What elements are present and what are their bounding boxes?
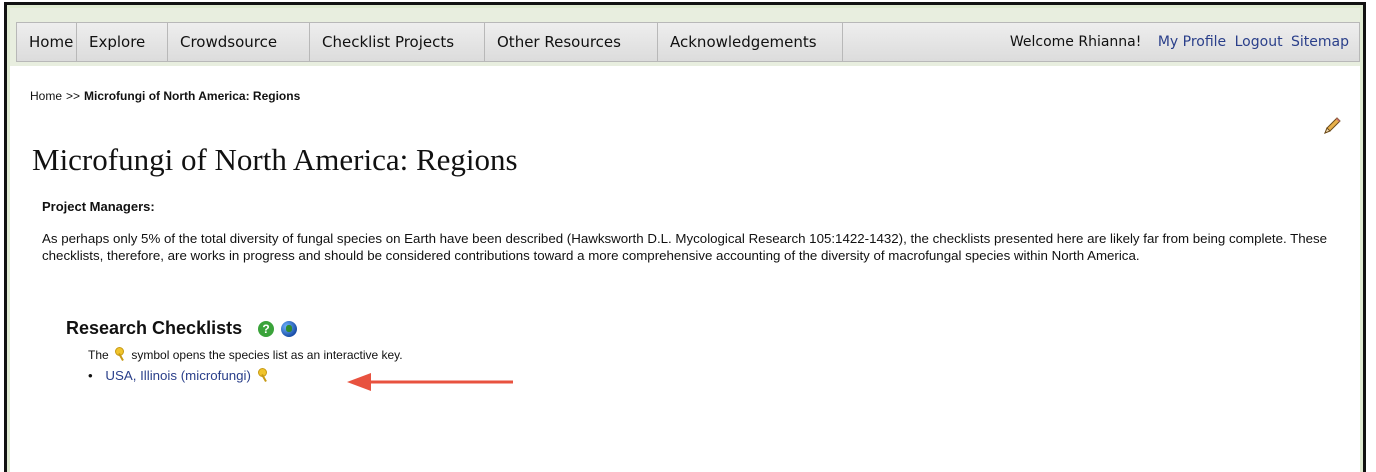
list-item: USA, Illinois (microfungi) [88,368,271,383]
breadcrumb-home-link[interactable]: Home [30,89,62,103]
user-nav: Welcome Rhianna! My Profile Logout Sitem… [1010,23,1349,61]
breadcrumb-current: Microfungi of North America: Regions [84,89,301,103]
main-content: Home >> Microfungi of North America: Regio… [10,66,1360,472]
globe-icon[interactable] [281,320,298,337]
tab-crowdsource[interactable]: Crowdsource [168,23,310,61]
key-icon[interactable] [257,368,268,382]
tab-home[interactable]: Home [17,23,77,61]
breadcrumb-separator: >> [66,89,81,103]
pencil-icon[interactable] [1322,116,1342,136]
key-note: The symbol opens the species list as an … [88,347,403,362]
project-description: As perhaps only 5% of the total diversit… [42,231,1328,263]
checklist-link-illinois[interactable]: USA, Illinois (microfungi) [105,368,251,383]
top-navigation: Home Explore Crowdsource Checklist Proje… [10,8,1360,67]
tab-acknowledgements[interactable]: Acknowledgements [658,23,843,61]
page-title: Microfungi of North America: Regions [32,142,518,177]
red-arrow-annotation [347,373,513,391]
key-icon [115,347,125,361]
research-checklists-heading: Research Checklists [66,318,243,338]
breadcrumb: Home >> Microfungi of North America: Regio… [30,89,300,103]
help-icon[interactable]: ? [258,320,274,337]
browser-frame: Home Explore Crowdsource Checklist Proje… [4,2,1366,472]
tab-explore[interactable]: Explore [77,23,168,61]
page-container: Home Explore Crowdsource Checklist Proje… [7,5,1363,472]
welcome-text: Welcome Rhianna! [1009,34,1142,50]
checklist-list: USA, Illinois (microfungi) [88,368,271,383]
research-icons: ? [258,320,298,338]
sitemap-link[interactable]: Sitemap [1291,34,1349,50]
tab-checklist-projects[interactable]: Checklist Projects [310,23,485,61]
logout-link[interactable]: Logout [1235,34,1283,50]
key-note-text: symbol opens the species list as an inte… [131,348,403,362]
project-managers-label: Project Managers: [42,199,155,214]
tab-bar: Home Explore Crowdsource Checklist Proje… [16,22,1360,62]
my-profile-link[interactable]: My Profile [1158,34,1226,50]
key-note-prefix: The [88,348,109,362]
tab-other-resources[interactable]: Other Resources [485,23,658,61]
